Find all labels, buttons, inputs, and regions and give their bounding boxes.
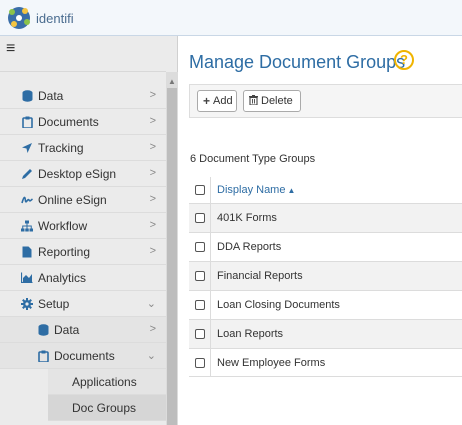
table-row[interactable]: 401K Forms	[189, 203, 462, 232]
help-icon[interactable]: ?	[394, 50, 414, 70]
sidebar-subitem-data[interactable]: Data >	[0, 317, 166, 343]
display-name-cell: 401K Forms	[217, 212, 277, 224]
sidebar-leaf-doc-groups[interactable]: Doc Groups	[48, 395, 166, 421]
chevron-right-icon: >	[149, 141, 156, 153]
select-all-checkbox[interactable]	[195, 185, 205, 195]
clipboard-icon	[21, 116, 33, 128]
database-icon	[21, 89, 33, 102]
pencil-icon	[21, 168, 33, 180]
column-divider	[210, 177, 211, 203]
sidebar-item-documents[interactable]: Documents >	[0, 109, 166, 135]
chevron-right-icon: >	[149, 167, 156, 179]
chevron-right-icon: >	[149, 115, 156, 127]
delete-button[interactable]: Delete	[243, 90, 301, 112]
column-divider	[210, 291, 211, 319]
column-divider	[210, 262, 211, 290]
record-count: 6 Document Type Groups	[190, 153, 316, 165]
sidebar-item-data[interactable]: Data >	[0, 83, 166, 109]
table-row[interactable]: New Employee Forms	[189, 348, 462, 377]
sidebar-item-label: Workflow	[38, 218, 88, 233]
sidebar-item-label: Setup	[38, 296, 70, 311]
add-button[interactable]: + Add	[197, 90, 237, 112]
add-button-label: Add	[213, 95, 233, 107]
chevron-down-icon: ⌄	[146, 298, 156, 310]
column-divider	[210, 233, 211, 261]
sidebar-item-label: Documents	[54, 348, 115, 363]
sidebar-item-label: Data	[54, 322, 80, 337]
plus-icon: +	[203, 94, 211, 108]
sidebar-leaf-applications[interactable]: Applications	[48, 369, 166, 395]
signature-icon	[21, 194, 33, 206]
row-checkbox[interactable]	[195, 213, 205, 223]
sidebar-item-setup[interactable]: Setup ⌄	[0, 291, 166, 317]
display-name-cell: DDA Reports	[217, 241, 282, 253]
file-icon	[21, 246, 33, 258]
scroll-up-arrow-icon[interactable]: ▲	[168, 77, 176, 86]
sidebar-item-label: Reporting	[38, 244, 91, 259]
toolbar: + Add Delete	[189, 84, 462, 118]
table-row[interactable]: Financial Reports	[189, 261, 462, 290]
sidebar-item-label: Desktop eSign	[38, 166, 117, 181]
sidebar-item-tracking[interactable]: Tracking >	[0, 135, 166, 161]
row-checkbox[interactable]	[195, 300, 205, 310]
row-checkbox[interactable]	[195, 271, 205, 281]
chevron-right-icon: >	[149, 245, 156, 257]
display-name-cell: Loan Reports	[217, 328, 284, 340]
sidebar-item-label: Analytics	[38, 270, 87, 285]
sidebar-scrollbar-thumb[interactable]	[167, 88, 177, 425]
sidebar-item-label: Tracking	[38, 140, 84, 155]
database-icon	[37, 323, 49, 336]
hamburger-menu-icon[interactable]: ≡	[6, 41, 15, 57]
display-name-cell: Loan Closing Documents	[217, 299, 340, 311]
app-logo[interactable]: identifi	[4, 4, 74, 32]
sidebar-item-desktop-esign[interactable]: Desktop eSign >	[0, 161, 166, 187]
column-divider	[210, 204, 211, 232]
top-bar: identifi	[0, 0, 462, 36]
sidebar-item-analytics[interactable]: Analytics	[0, 265, 166, 291]
sidebar-item-label: Data	[38, 88, 64, 103]
chevron-down-icon: ⌄	[146, 350, 156, 362]
location-arrow-icon	[21, 142, 33, 154]
display-name-cell: Financial Reports	[217, 270, 303, 282]
delete-button-label: Delete	[261, 95, 293, 107]
grid-header-row: Display Name ▲	[189, 177, 462, 203]
chevron-right-icon: >	[149, 89, 156, 101]
table-row[interactable]: Loan Closing Documents	[189, 290, 462, 319]
sidebar-item-reporting[interactable]: Reporting >	[0, 239, 166, 265]
document-groups-grid: Display Name ▲ 401K Forms DDA Reports Fin…	[189, 177, 462, 377]
sidebar-item-online-esign[interactable]: Online eSign >	[0, 187, 166, 213]
trash-icon	[249, 94, 258, 108]
page-title: Manage Document Groups	[189, 52, 406, 72]
display-name-column-header[interactable]: Display Name ▲	[217, 184, 295, 196]
sidebar-item-workflow[interactable]: Workflow >	[0, 213, 166, 239]
sidebar-header: ≡	[0, 36, 166, 72]
sidebar-subitem-documents[interactable]: Documents ⌄	[0, 343, 166, 369]
row-checkbox[interactable]	[195, 242, 205, 252]
column-divider	[210, 320, 211, 348]
table-row[interactable]: Loan Reports	[189, 319, 462, 348]
chevron-right-icon: >	[149, 323, 156, 335]
chevron-right-icon: >	[149, 219, 156, 231]
gear-icon	[21, 297, 33, 310]
sidebar: ≡ ▲ Data > Documents > Tracking > Deskto…	[0, 36, 178, 425]
area-chart-icon	[21, 272, 33, 284]
display-name-cell: New Employee Forms	[217, 356, 326, 369]
column-header-label: Display Name	[217, 184, 286, 196]
logo-globe-icon	[8, 7, 30, 29]
sidebar-item-label: Documents	[38, 114, 99, 129]
row-checkbox[interactable]	[195, 357, 205, 368]
sort-ascending-icon: ▲	[287, 186, 296, 195]
chevron-right-icon: >	[149, 193, 156, 205]
sidebar-item-label: Online eSign	[38, 192, 107, 207]
main-content: Manage Document Groups ? + Add Delete 6 …	[179, 36, 462, 425]
table-row[interactable]: DDA Reports	[189, 232, 462, 261]
sitemap-icon	[21, 220, 33, 232]
row-checkbox[interactable]	[195, 329, 205, 339]
logo-text: identifi	[36, 10, 74, 26]
clipboard-icon	[37, 350, 49, 362]
column-divider	[210, 349, 211, 376]
